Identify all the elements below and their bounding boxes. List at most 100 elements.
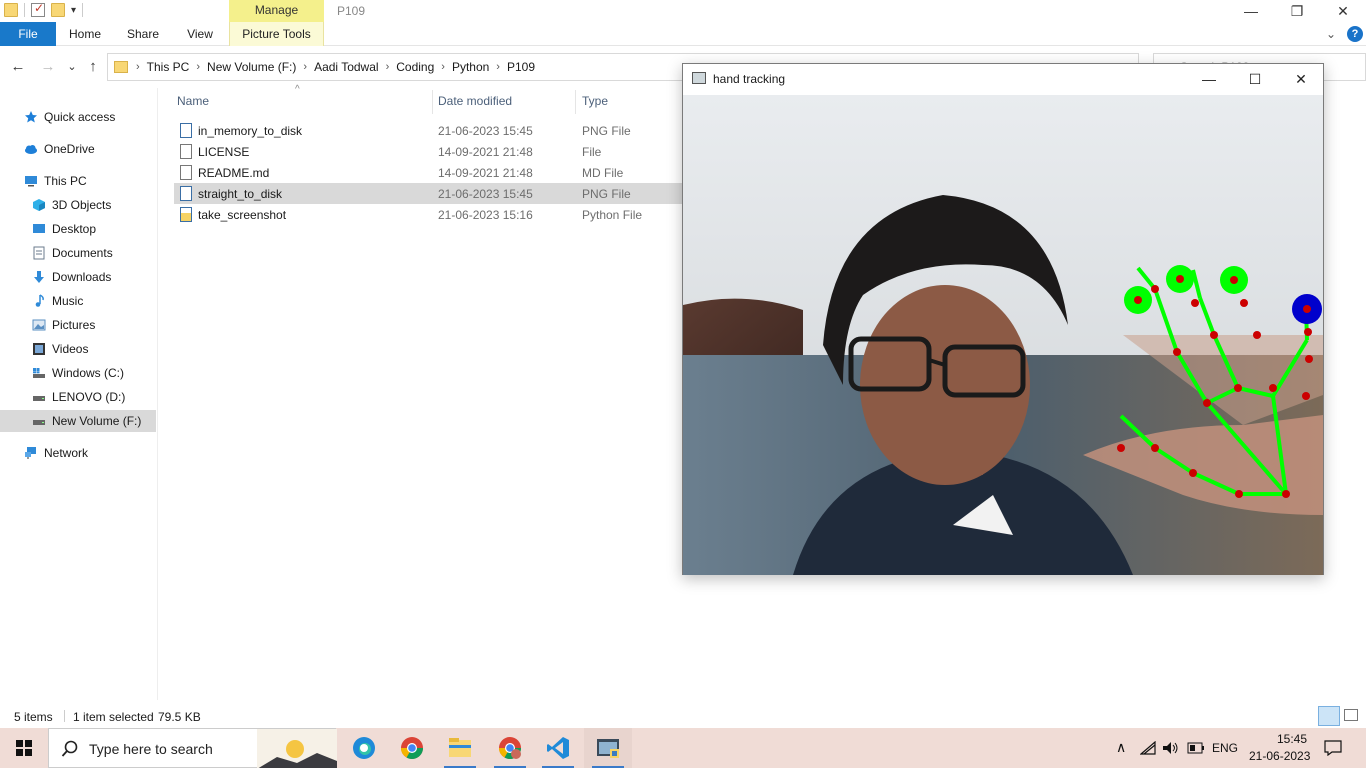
manage-context-tab[interactable]: Manage	[229, 0, 324, 22]
sidebar-item-music[interactable]: Music	[0, 290, 156, 312]
tab-view[interactable]: View	[178, 22, 222, 46]
file-name: in_memory_to_disk	[198, 124, 303, 138]
sidebar-item-label: Videos	[52, 342, 89, 356]
maximize-button[interactable]: ☐	[1232, 64, 1278, 94]
help-icon[interactable]: ?	[1347, 26, 1363, 42]
breadcrumb-this-pc[interactable]: This PC	[147, 60, 190, 74]
hand-landmark-point	[1210, 331, 1218, 339]
file-date: 21-06-2023 15:16	[438, 208, 533, 222]
breadcrumb-aadi-todwal[interactable]: Aadi Todwal	[314, 60, 379, 74]
selection-count: 1 item selected	[73, 710, 154, 724]
window-title: P109	[337, 4, 366, 18]
large-icons-view-icon[interactable]	[1344, 709, 1358, 721]
tab-share[interactable]: Share	[120, 22, 166, 46]
taskbar-python-window-icon[interactable]	[584, 728, 632, 768]
volume-icon[interactable]	[1162, 741, 1180, 755]
breadcrumb-separator[interactable]: ›	[496, 61, 500, 73]
sidebar-item-label: Quick access	[44, 110, 116, 124]
sidebar-item-this-pc[interactable]: This PC	[0, 170, 156, 192]
sidebar-item-documents[interactable]: Documents	[0, 242, 156, 264]
column-divider[interactable]	[432, 90, 433, 114]
file-row-selected[interactable]: straight_to_disk 21-06-2023 15:45 PNG Fi…	[174, 183, 682, 204]
sidebar-item-label: Downloads	[52, 270, 112, 284]
tab-file[interactable]: File	[0, 22, 56, 46]
recent-locations-button[interactable]: ⌄	[62, 57, 82, 77]
hand-landmark-point	[1302, 392, 1310, 400]
sidebar-item-label: 3D Objects	[52, 198, 112, 212]
up-button[interactable]: ↑	[83, 57, 103, 77]
drive-icon	[33, 420, 45, 425]
sidebar-item-quick-access[interactable]: Quick access	[0, 106, 156, 128]
column-header-type[interactable]: Type	[582, 94, 608, 108]
breadcrumb-separator[interactable]: ›	[441, 61, 445, 73]
sidebar-item-3d-objects[interactable]: 3D Objects	[0, 194, 156, 216]
language-indicator[interactable]: ENG	[1212, 741, 1238, 755]
notifications-icon[interactable]	[1324, 740, 1342, 756]
windows-start-icon[interactable]	[16, 740, 32, 756]
cloud-icon	[25, 145, 37, 154]
breadcrumb-python[interactable]: Python	[452, 60, 489, 74]
hand-landmark-point	[1173, 348, 1181, 356]
file-row[interactable]: LICENSE 14-09-2021 21:48 File	[174, 141, 682, 162]
battery-icon[interactable]	[1187, 742, 1205, 754]
customize-toolbar-icon[interactable]: ▾	[71, 5, 76, 16]
taskbar-edge-icon[interactable]	[340, 728, 388, 768]
sidebar-item-label: This PC	[44, 174, 87, 188]
sidebar-item-pictures[interactable]: Pictures	[0, 314, 156, 336]
tab-home[interactable]: Home	[62, 22, 108, 46]
sidebar-item-windows-c[interactable]: Windows (C:)	[0, 362, 156, 384]
breadcrumb-new-volume[interactable]: New Volume (F:)	[207, 60, 296, 74]
breadcrumb-separator[interactable]: ›	[136, 61, 140, 73]
file-date: 14-09-2021 21:48	[438, 145, 533, 159]
sidebar-item-network[interactable]: Network	[0, 442, 156, 464]
file-row[interactable]: README.md 14-09-2021 21:48 MD File	[174, 162, 682, 183]
sidebar-item-videos[interactable]: Videos	[0, 338, 156, 360]
hand-landmark-point	[1230, 276, 1238, 284]
properties-icon[interactable]	[31, 1, 45, 17]
restore-button[interactable]: ❐	[1274, 0, 1320, 22]
close-button[interactable]: ✕	[1278, 64, 1324, 94]
details-view-icon[interactable]	[1318, 706, 1340, 726]
file-row[interactable]: take_screenshot 21-06-2023 15:16 Python …	[174, 204, 682, 225]
column-divider[interactable]	[575, 90, 576, 114]
forward-button[interactable]: →	[38, 57, 58, 77]
breadcrumb-separator[interactable]: ›	[196, 61, 200, 73]
sidebar-item-onedrive[interactable]: OneDrive	[0, 138, 156, 160]
desktop-icon	[33, 224, 45, 233]
column-header-name[interactable]: Name	[177, 94, 209, 108]
breadcrumb-separator[interactable]: ›	[386, 61, 390, 73]
wifi-icon[interactable]	[1140, 741, 1156, 755]
clock-date[interactable]: 21-06-2023	[1249, 749, 1310, 763]
minimize-button[interactable]: —	[1228, 0, 1274, 22]
taskbar-chrome-profile-icon[interactable]	[486, 728, 534, 768]
breadcrumb-separator[interactable]: ›	[303, 61, 307, 73]
expand-ribbon-icon[interactable]: ⌄	[1326, 22, 1336, 46]
folder-icon[interactable]	[4, 3, 18, 17]
file-row[interactable]: in_memory_to_disk 21-06-2023 15:45 PNG F…	[174, 120, 682, 141]
taskbar-chrome-icon[interactable]	[388, 728, 436, 768]
hand-landmark-point	[1189, 469, 1197, 477]
sidebar-item-new-volume-f[interactable]: New Volume (F:)	[0, 410, 156, 432]
hand-tracking-titlebar[interactable]: hand tracking — ☐ ✕	[683, 64, 1323, 94]
taskbar-file-explorer-icon[interactable]	[436, 728, 484, 768]
file-icon	[180, 165, 192, 180]
file-name: take_screenshot	[198, 208, 287, 222]
selection-size: 79.5 KB	[158, 710, 201, 724]
hand-tracking-window[interactable]: hand tracking — ☐ ✕	[682, 63, 1324, 575]
close-button[interactable]: ✕	[1320, 0, 1366, 22]
taskbar-search-box[interactable]: Type here to search	[48, 728, 337, 768]
tab-picture-tools[interactable]: Picture Tools	[229, 22, 324, 46]
clock-time[interactable]: 15:45	[1277, 732, 1307, 746]
breadcrumb-coding[interactable]: Coding	[396, 60, 434, 74]
back-button[interactable]: ←	[8, 57, 28, 77]
minimize-button[interactable]: —	[1186, 64, 1232, 94]
hand-landmark-point	[1304, 328, 1312, 336]
breadcrumb-p109[interactable]: P109	[507, 60, 535, 74]
taskbar-vscode-icon[interactable]	[534, 728, 582, 768]
sidebar-item-desktop[interactable]: Desktop	[0, 218, 156, 240]
column-header-date-modified[interactable]: Date modified	[438, 94, 512, 108]
new-folder-icon[interactable]	[51, 3, 65, 17]
sidebar-item-downloads[interactable]: Downloads	[0, 266, 156, 288]
show-hidden-icons-button[interactable]: ∧	[1116, 739, 1126, 756]
sidebar-item-lenovo-d[interactable]: LENOVO (D:)	[0, 386, 156, 408]
